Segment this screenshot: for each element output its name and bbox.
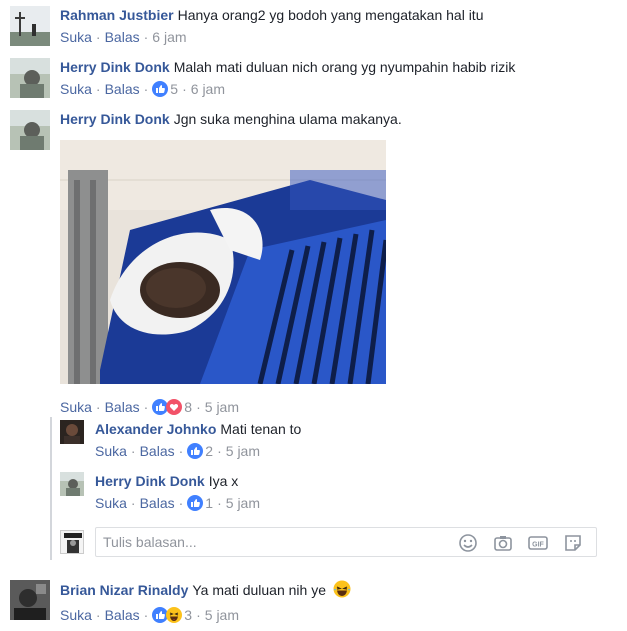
comment: Herry Dink Donk Jgn suka menghina ulama m… (10, 110, 617, 415)
like-link[interactable]: Suka (60, 399, 92, 415)
reply-thread-line (50, 417, 52, 560)
reply-link[interactable]: Balas (140, 443, 175, 459)
like-link[interactable]: Suka (60, 29, 92, 45)
comment-actions: Suka · Balas · 8 · 5 jam (60, 398, 239, 419)
reply-author[interactable]: Herry Dink Donk (95, 473, 205, 489)
comment-author[interactable]: Herry Dink Donk (60, 111, 170, 127)
comment-body: Herry Dink Donk Jgn suka menghina ulama m… (60, 110, 617, 128)
avatar[interactable] (60, 420, 84, 444)
reaction-count[interactable]: 5 (170, 81, 178, 97)
comment-actions: Suka · Balas · 5 · 6 jam (60, 80, 617, 101)
avatar[interactable] (10, 110, 50, 150)
reaction-count[interactable]: 8 (184, 399, 192, 415)
like-icon[interactable] (187, 443, 204, 463)
comment-text: Hanya orang2 yg bodoh yang mengatakan ha… (177, 7, 484, 23)
reply: Alexander Johnko Mati tenan to Suka · Balas… (60, 420, 617, 462)
comment: Brian Nizar Rinaldy Ya mati duluan nih ye… (10, 580, 617, 623)
timestamp[interactable]: 5 jam (226, 495, 260, 511)
timestamp[interactable]: 6 jam (152, 29, 186, 45)
avatar[interactable] (10, 580, 50, 620)
reply-body: Alexander Johnko Mati tenan to Suka · Balas… (95, 420, 617, 463)
reply-link[interactable]: Balas (105, 81, 140, 97)
comment-body: Herry Dink Donk Malah mati duluan nich or… (60, 58, 617, 101)
reply-input[interactable] (103, 533, 433, 551)
reaction-count[interactable]: 2 (205, 443, 213, 459)
gif-icon[interactable]: GIF (527, 532, 549, 554)
timestamp[interactable]: 5 jam (226, 443, 260, 459)
comment-text: Ya mati duluan nih ye (192, 582, 326, 598)
reply-text: Mati tenan to (220, 421, 302, 437)
comment-author[interactable]: Rahman Justbier (60, 7, 174, 23)
reply-composer-avatar (60, 530, 84, 554)
comment-author[interactable]: Brian Nizar Rinaldy (60, 582, 188, 598)
timestamp[interactable]: 5 jam (205, 399, 239, 415)
comment: Herry Dink Donk Malah mati duluan nich or… (10, 58, 617, 100)
reaction-count[interactable]: 1 (205, 495, 213, 511)
svg-text:GIF: GIF (532, 542, 544, 549)
like-link[interactable]: Suka (60, 81, 92, 97)
reply-link[interactable]: Balas (105, 29, 140, 45)
timestamp[interactable]: 6 jam (191, 81, 225, 97)
haha-icon[interactable] (166, 607, 183, 627)
comment-actions: Suka · Balas · 6 jam (60, 29, 187, 45)
avatar[interactable] (10, 58, 50, 98)
avatar[interactable] (10, 6, 50, 46)
like-link[interactable]: Suka (60, 607, 92, 623)
comment-text: Malah mati duluan nich orang yg nyumpahi… (173, 59, 516, 75)
reply-composer[interactable]: GIF (95, 527, 597, 557)
reply-link[interactable]: Balas (105, 399, 140, 415)
camera-icon[interactable] (492, 532, 514, 554)
avatar[interactable] (60, 472, 84, 496)
reply-text: Iya x (208, 473, 239, 489)
comment-actions: Suka · Balas · 3 · 5 jam (60, 606, 617, 627)
reply: Herry Dink Donk Iya x Suka · Balas · 1 · 5 jam (60, 472, 617, 514)
reply-author[interactable]: Alexander Johnko (95, 421, 216, 437)
reply-body: Herry Dink Donk Iya x Suka · Balas · 1 · 5 jam (95, 472, 617, 515)
comment-author[interactable]: Herry Dink Donk (60, 59, 170, 75)
comment-text: Jgn suka menghina ulama makanya. (173, 111, 402, 127)
timestamp[interactable]: 5 jam (205, 607, 239, 623)
reply-actions: Suka · Balas · 2 · 5 jam (95, 442, 617, 463)
emoji-icon[interactable] (457, 532, 479, 554)
love-icon[interactable] (166, 399, 183, 419)
like-icon[interactable] (152, 81, 169, 101)
reply-link[interactable]: Balas (105, 607, 140, 623)
sticker-icon[interactable] (562, 532, 584, 554)
comment-body: Rahman Justbier Hanya orang2 yg bodoh yan… (60, 6, 617, 46)
reply-link[interactable]: Balas (140, 495, 175, 511)
like-icon[interactable] (187, 495, 204, 515)
comment-photo[interactable] (60, 140, 386, 384)
reply-actions: Suka · Balas · 1 · 5 jam (95, 494, 617, 515)
reaction-count[interactable]: 3 (184, 607, 192, 623)
laughing-emoji (333, 580, 351, 602)
like-link[interactable]: Suka (95, 443, 127, 459)
comment-body: Brian Nizar Rinaldy Ya mati duluan nih ye… (60, 580, 617, 627)
like-link[interactable]: Suka (95, 495, 127, 511)
comment: Rahman Justbier Hanya orang2 yg bodoh yan… (10, 6, 617, 48)
